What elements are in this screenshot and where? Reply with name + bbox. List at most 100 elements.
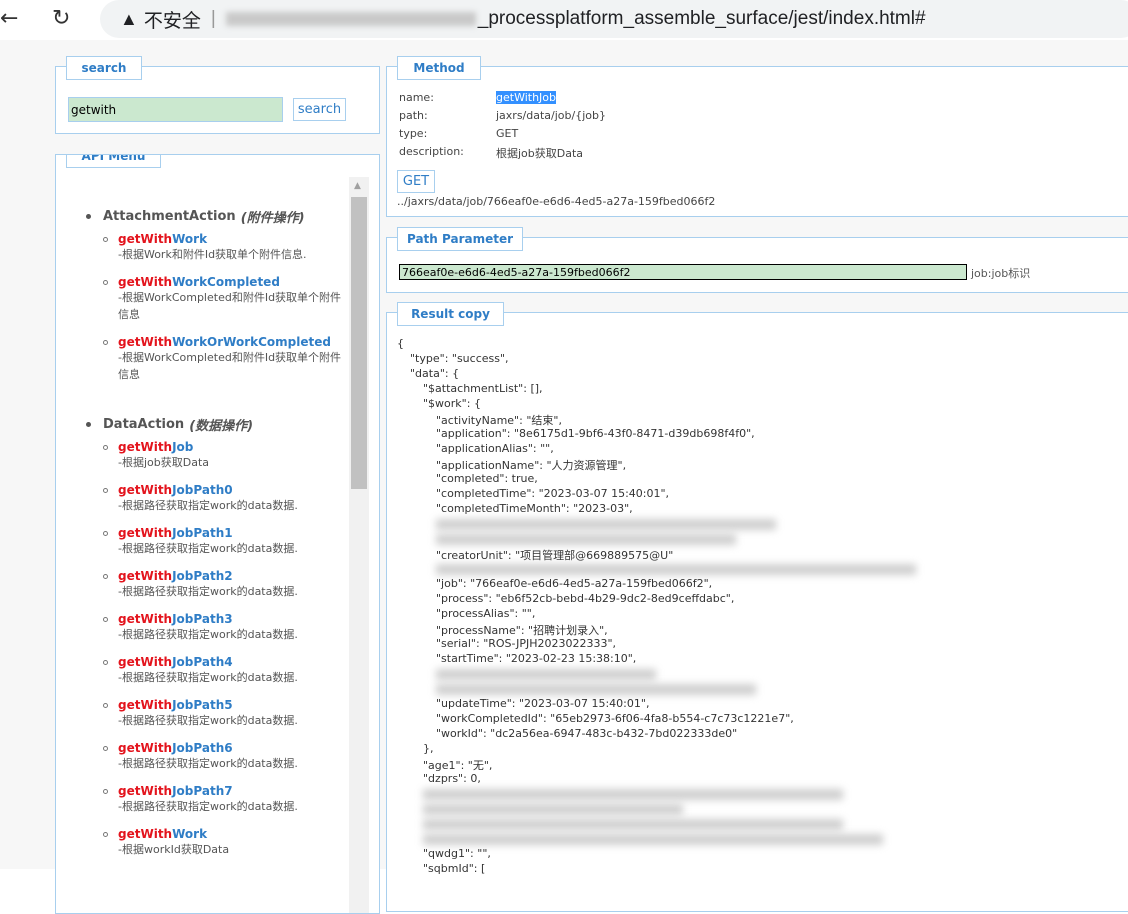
match-text: getWith <box>118 612 173 626</box>
security-label: 不安全 <box>143 10 201 32</box>
circle-bullet-icon <box>103 237 108 242</box>
menu-item[interactable]: getWithJobPath2 -根据路径获取指定work的data数据. <box>103 569 348 600</box>
group-cn-name: (数据操作) <box>189 419 254 434</box>
match-text: getWith <box>118 655 173 669</box>
api-link[interactable]: getWithJobPath4 <box>118 655 348 669</box>
api-description: -根据路径获取指定work的data数据. <box>118 499 298 512</box>
method-name-row: name: getWithJob <box>399 91 556 104</box>
menu-item[interactable]: getWithWork -根据Work和附件Id获取单个附件信息. <box>103 232 348 263</box>
menu-group: DataAction (数据操作) <box>86 415 253 434</box>
api-description: -根据路径获取指定work的data数据. <box>118 671 298 684</box>
json-line: "updateTime": "2023-03-07 15:40:01", <box>436 697 650 710</box>
json-line: "type": "success", <box>410 352 509 365</box>
menu-item[interactable]: getWithJob -根据job获取Data <box>103 440 348 471</box>
api-name-rest: JobPath0 <box>172 483 233 497</box>
result-legend: Result copy <box>397 302 504 326</box>
menu-group: AttachmentAction (附件操作) <box>86 207 305 226</box>
search-input[interactable] <box>68 97 283 122</box>
json-line: "process": "eb6f52cb-bebd-4b29-9dc2-8ed9… <box>436 592 735 605</box>
json-line: "workCompletedId": "65eb2973-6f06-4fa8-b… <box>436 712 794 725</box>
api-link[interactable]: getWithWork <box>118 232 348 246</box>
menu-item[interactable]: getWithJobPath4 -根据路径获取指定work的data数据. <box>103 655 348 686</box>
circle-bullet-icon <box>103 703 108 708</box>
match-text: getWith <box>118 483 173 497</box>
api-link[interactable]: getWithJobPath7 <box>118 784 348 798</box>
group-name: DataAction <box>103 417 185 432</box>
parameter-description: job:job标识 <box>971 267 1031 280</box>
group-cn-name: (附件操作) <box>240 211 305 226</box>
api-name-rest: JobPath4 <box>172 655 233 669</box>
api-link[interactable]: getWithWork <box>118 827 348 841</box>
circle-bullet-icon <box>103 280 108 285</box>
job-parameter-input[interactable] <box>399 264 967 280</box>
match-text: getWith <box>118 784 173 798</box>
menu-item[interactable]: getWithJobPath5 -根据路径获取指定work的data数据. <box>103 698 348 729</box>
api-description: -根据路径获取指定work的data数据. <box>118 585 298 598</box>
api-link[interactable]: getWithWorkCompleted <box>118 275 348 289</box>
address-bar[interactable]: ▲ 不安全 | _processplatform_assemble_surfac… <box>100 0 1128 38</box>
api-description: -根据job获取Data <box>118 456 210 469</box>
circle-bullet-icon <box>103 832 108 837</box>
api-description: -根据Work和附件Id获取单个附件信息. <box>118 248 307 261</box>
bullet-icon <box>86 422 91 427</box>
api-link[interactable]: getWithJobPath2 <box>118 569 348 583</box>
menu-item[interactable]: getWithWorkCompleted -根据WorkCompleted和附件I… <box>103 275 348 323</box>
browser-toolbar: ← ↻ ▲ 不安全 | _processplatform_assemble_su… <box>0 0 1128 40</box>
menu-item[interactable]: getWithJobPath1 -根据路径获取指定work的data数据. <box>103 526 348 557</box>
redacted-line <box>436 519 776 530</box>
method-type-row: type: GET <box>399 127 518 140</box>
match-text: getWith <box>118 232 173 246</box>
match-text: getWith <box>118 440 173 454</box>
menu-item[interactable]: getWithJobPath6 -根据路径获取指定work的data数据. <box>103 741 348 772</box>
menu-scrollbar[interactable]: ▲ <box>349 177 369 913</box>
api-link[interactable]: getWithJobPath6 <box>118 741 348 755</box>
json-line: "activityName": "结束", <box>436 414 562 427</box>
json-line: "$attachmentList": [], <box>423 382 543 395</box>
circle-bullet-icon <box>103 488 108 493</box>
api-menu-legend: API Menu <box>66 155 161 168</box>
scroll-up-icon[interactable]: ▲ <box>354 181 361 191</box>
menu-item[interactable]: getWithJobPath7 -根据路径获取指定work的data数据. <box>103 784 348 815</box>
menu-item[interactable]: getWithWorkOrWorkCompleted -根据WorkComplet… <box>103 335 348 383</box>
menu-item[interactable]: getWithJobPath0 -根据路径获取指定work的data数据. <box>103 483 348 514</box>
back-arrow-icon[interactable]: ← <box>0 6 18 31</box>
api-link[interactable]: getWithJobPath3 <box>118 612 348 626</box>
redacted-line <box>436 684 756 695</box>
reload-icon[interactable]: ↻ <box>52 6 70 31</box>
api-description: -根据路径获取指定work的data数据. <box>118 800 298 813</box>
api-description: -根据路径获取指定work的data数据. <box>118 757 298 770</box>
redacted-host <box>225 12 476 26</box>
json-line: "applicationAlias": "", <box>436 442 554 455</box>
json-line: "creatorUnit": "项目管理部@669889575@U" <box>436 549 674 562</box>
request-url: ../jaxrs/data/job/766eaf0e-e6d6-4ed5-a27… <box>397 195 716 208</box>
api-link[interactable]: getWithJobPath1 <box>118 526 348 540</box>
method-panel: Method name: getWithJob path: jaxrs/data/j… <box>386 56 1128 217</box>
json-line: { <box>397 337 404 350</box>
json-line: }, <box>423 742 434 755</box>
method-type: GET <box>496 127 519 140</box>
api-name-rest: Job <box>172 440 194 454</box>
label: name: <box>399 91 434 104</box>
warning-icon: ▲ <box>120 8 138 29</box>
scrollbar-thumb[interactable] <box>351 197 367 489</box>
api-link[interactable]: getWithJobPath5 <box>118 698 348 712</box>
api-link[interactable]: getWithJob <box>118 440 348 454</box>
match-text: getWith <box>118 827 173 841</box>
label: path: <box>399 109 428 122</box>
match-text: getWith <box>118 741 173 755</box>
result-panel: Result copy {"type": "success", "data": {… <box>386 302 1128 912</box>
divider: | <box>210 8 216 29</box>
page: search search API Menu AttachmentAction (… <box>0 40 1128 914</box>
api-name-rest: Work <box>172 232 208 246</box>
method-desc-row: description: 根据job获取Data <box>399 145 583 161</box>
api-link[interactable]: getWithJobPath0 <box>118 483 348 497</box>
search-button[interactable]: search <box>293 98 346 121</box>
get-button[interactable]: GET <box>397 170 435 193</box>
menu-item[interactable]: getWithWork -根据workId获取Data <box>103 827 348 858</box>
match-text: getWith <box>118 569 173 583</box>
bullet-icon <box>86 214 91 219</box>
api-link[interactable]: getWithWorkOrWorkCompleted <box>118 335 348 349</box>
circle-bullet-icon <box>103 340 108 345</box>
menu-item[interactable]: getWithJobPath3 -根据路径获取指定work的data数据. <box>103 612 348 643</box>
match-text: getWith <box>118 526 173 540</box>
